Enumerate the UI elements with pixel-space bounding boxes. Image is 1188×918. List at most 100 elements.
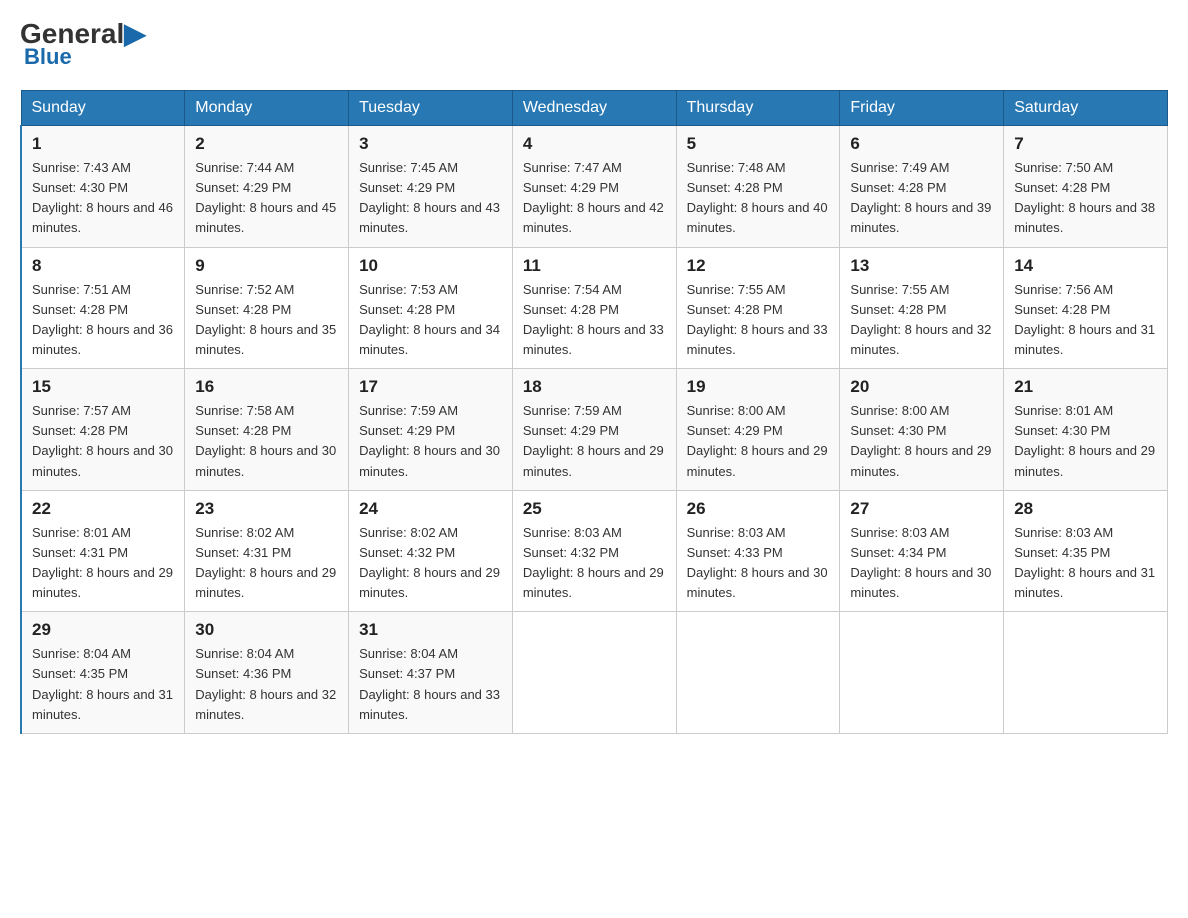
calendar-week-5: 29 Sunrise: 8:04 AMSunset: 4:35 PMDaylig…	[21, 612, 1168, 734]
day-number: 22	[32, 499, 174, 519]
calendar-cell: 28 Sunrise: 8:03 AMSunset: 4:35 PMDaylig…	[1004, 490, 1168, 612]
calendar-cell: 10 Sunrise: 7:53 AMSunset: 4:28 PMDaylig…	[349, 247, 513, 369]
col-header-thursday: Thursday	[676, 91, 840, 126]
calendar-cell: 15 Sunrise: 7:57 AMSunset: 4:28 PMDaylig…	[21, 369, 185, 491]
calendar-cell	[1004, 612, 1168, 734]
day-number: 6	[850, 134, 993, 154]
day-number: 18	[523, 377, 666, 397]
day-number: 21	[1014, 377, 1157, 397]
calendar-cell: 31 Sunrise: 8:04 AMSunset: 4:37 PMDaylig…	[349, 612, 513, 734]
day-info: Sunrise: 7:57 AMSunset: 4:28 PMDaylight:…	[32, 403, 173, 478]
calendar-cell: 3 Sunrise: 7:45 AMSunset: 4:29 PMDayligh…	[349, 126, 513, 248]
day-number: 27	[850, 499, 993, 519]
day-info: Sunrise: 7:59 AMSunset: 4:29 PMDaylight:…	[523, 403, 664, 478]
day-number: 2	[195, 134, 338, 154]
day-number: 30	[195, 620, 338, 640]
day-info: Sunrise: 7:56 AMSunset: 4:28 PMDaylight:…	[1014, 282, 1155, 357]
calendar-cell: 7 Sunrise: 7:50 AMSunset: 4:28 PMDayligh…	[1004, 126, 1168, 248]
day-number: 14	[1014, 256, 1157, 276]
day-number: 7	[1014, 134, 1157, 154]
calendar-cell: 24 Sunrise: 8:02 AMSunset: 4:32 PMDaylig…	[349, 490, 513, 612]
day-info: Sunrise: 8:03 AMSunset: 4:33 PMDaylight:…	[687, 525, 828, 600]
day-number: 5	[687, 134, 830, 154]
calendar-cell: 8 Sunrise: 7:51 AMSunset: 4:28 PMDayligh…	[21, 247, 185, 369]
col-header-monday: Monday	[185, 91, 349, 126]
day-info: Sunrise: 8:04 AMSunset: 4:35 PMDaylight:…	[32, 646, 173, 721]
calendar-cell: 1 Sunrise: 7:43 AMSunset: 4:30 PMDayligh…	[21, 126, 185, 248]
day-number: 19	[687, 377, 830, 397]
day-number: 16	[195, 377, 338, 397]
day-number: 11	[523, 256, 666, 276]
calendar-cell: 5 Sunrise: 7:48 AMSunset: 4:28 PMDayligh…	[676, 126, 840, 248]
day-info: Sunrise: 8:02 AMSunset: 4:32 PMDaylight:…	[359, 525, 500, 600]
day-number: 4	[523, 134, 666, 154]
calendar-cell: 13 Sunrise: 7:55 AMSunset: 4:28 PMDaylig…	[840, 247, 1004, 369]
day-number: 17	[359, 377, 502, 397]
day-info: Sunrise: 7:55 AMSunset: 4:28 PMDaylight:…	[687, 282, 828, 357]
day-info: Sunrise: 8:04 AMSunset: 4:37 PMDaylight:…	[359, 646, 500, 721]
day-info: Sunrise: 7:51 AMSunset: 4:28 PMDaylight:…	[32, 282, 173, 357]
day-info: Sunrise: 8:04 AMSunset: 4:36 PMDaylight:…	[195, 646, 336, 721]
calendar-cell: 16 Sunrise: 7:58 AMSunset: 4:28 PMDaylig…	[185, 369, 349, 491]
calendar-cell: 12 Sunrise: 7:55 AMSunset: 4:28 PMDaylig…	[676, 247, 840, 369]
calendar-cell: 11 Sunrise: 7:54 AMSunset: 4:28 PMDaylig…	[512, 247, 676, 369]
calendar-week-4: 22 Sunrise: 8:01 AMSunset: 4:31 PMDaylig…	[21, 490, 1168, 612]
day-info: Sunrise: 7:54 AMSunset: 4:28 PMDaylight:…	[523, 282, 664, 357]
day-info: Sunrise: 8:03 AMSunset: 4:35 PMDaylight:…	[1014, 525, 1155, 600]
calendar-cell	[676, 612, 840, 734]
calendar-cell: 26 Sunrise: 8:03 AMSunset: 4:33 PMDaylig…	[676, 490, 840, 612]
day-info: Sunrise: 8:03 AMSunset: 4:32 PMDaylight:…	[523, 525, 664, 600]
day-info: Sunrise: 7:49 AMSunset: 4:28 PMDaylight:…	[850, 160, 991, 235]
day-info: Sunrise: 7:47 AMSunset: 4:29 PMDaylight:…	[523, 160, 664, 235]
day-number: 24	[359, 499, 502, 519]
col-header-friday: Friday	[840, 91, 1004, 126]
calendar-cell: 9 Sunrise: 7:52 AMSunset: 4:28 PMDayligh…	[185, 247, 349, 369]
calendar-cell: 20 Sunrise: 8:00 AMSunset: 4:30 PMDaylig…	[840, 369, 1004, 491]
day-info: Sunrise: 8:01 AMSunset: 4:31 PMDaylight:…	[32, 525, 173, 600]
day-info: Sunrise: 7:45 AMSunset: 4:29 PMDaylight:…	[359, 160, 500, 235]
calendar-cell: 23 Sunrise: 8:02 AMSunset: 4:31 PMDaylig…	[185, 490, 349, 612]
logo: General▶ Blue	[20, 20, 146, 70]
day-number: 23	[195, 499, 338, 519]
day-number: 3	[359, 134, 502, 154]
col-header-wednesday: Wednesday	[512, 91, 676, 126]
day-info: Sunrise: 7:58 AMSunset: 4:28 PMDaylight:…	[195, 403, 336, 478]
calendar-cell: 18 Sunrise: 7:59 AMSunset: 4:29 PMDaylig…	[512, 369, 676, 491]
calendar-cell: 21 Sunrise: 8:01 AMSunset: 4:30 PMDaylig…	[1004, 369, 1168, 491]
day-number: 15	[32, 377, 174, 397]
calendar-cell: 30 Sunrise: 8:04 AMSunset: 4:36 PMDaylig…	[185, 612, 349, 734]
calendar-week-2: 8 Sunrise: 7:51 AMSunset: 4:28 PMDayligh…	[21, 247, 1168, 369]
calendar-cell: 27 Sunrise: 8:03 AMSunset: 4:34 PMDaylig…	[840, 490, 1004, 612]
calendar-cell: 14 Sunrise: 7:56 AMSunset: 4:28 PMDaylig…	[1004, 247, 1168, 369]
day-info: Sunrise: 7:48 AMSunset: 4:28 PMDaylight:…	[687, 160, 828, 235]
day-number: 20	[850, 377, 993, 397]
calendar-cell	[512, 612, 676, 734]
day-number: 8	[32, 256, 174, 276]
calendar-cell: 4 Sunrise: 7:47 AMSunset: 4:29 PMDayligh…	[512, 126, 676, 248]
day-number: 9	[195, 256, 338, 276]
day-info: Sunrise: 8:00 AMSunset: 4:29 PMDaylight:…	[687, 403, 828, 478]
day-number: 29	[32, 620, 174, 640]
day-number: 28	[1014, 499, 1157, 519]
day-number: 31	[359, 620, 502, 640]
day-number: 12	[687, 256, 830, 276]
day-number: 26	[687, 499, 830, 519]
day-info: Sunrise: 7:59 AMSunset: 4:29 PMDaylight:…	[359, 403, 500, 478]
day-info: Sunrise: 7:50 AMSunset: 4:28 PMDaylight:…	[1014, 160, 1155, 235]
calendar-cell: 17 Sunrise: 7:59 AMSunset: 4:29 PMDaylig…	[349, 369, 513, 491]
col-header-tuesday: Tuesday	[349, 91, 513, 126]
calendar-week-3: 15 Sunrise: 7:57 AMSunset: 4:28 PMDaylig…	[21, 369, 1168, 491]
calendar-cell: 29 Sunrise: 8:04 AMSunset: 4:35 PMDaylig…	[21, 612, 185, 734]
calendar-table: SundayMondayTuesdayWednesdayThursdayFrid…	[20, 90, 1168, 734]
day-number: 1	[32, 134, 174, 154]
day-info: Sunrise: 8:00 AMSunset: 4:30 PMDaylight:…	[850, 403, 991, 478]
calendar-cell: 25 Sunrise: 8:03 AMSunset: 4:32 PMDaylig…	[512, 490, 676, 612]
col-header-sunday: Sunday	[21, 91, 185, 126]
col-header-saturday: Saturday	[1004, 91, 1168, 126]
calendar-cell	[840, 612, 1004, 734]
day-info: Sunrise: 8:01 AMSunset: 4:30 PMDaylight:…	[1014, 403, 1155, 478]
page-header: General▶ Blue	[20, 20, 1168, 70]
calendar-cell: 22 Sunrise: 8:01 AMSunset: 4:31 PMDaylig…	[21, 490, 185, 612]
day-info: Sunrise: 7:55 AMSunset: 4:28 PMDaylight:…	[850, 282, 991, 357]
calendar-week-1: 1 Sunrise: 7:43 AMSunset: 4:30 PMDayligh…	[21, 126, 1168, 248]
